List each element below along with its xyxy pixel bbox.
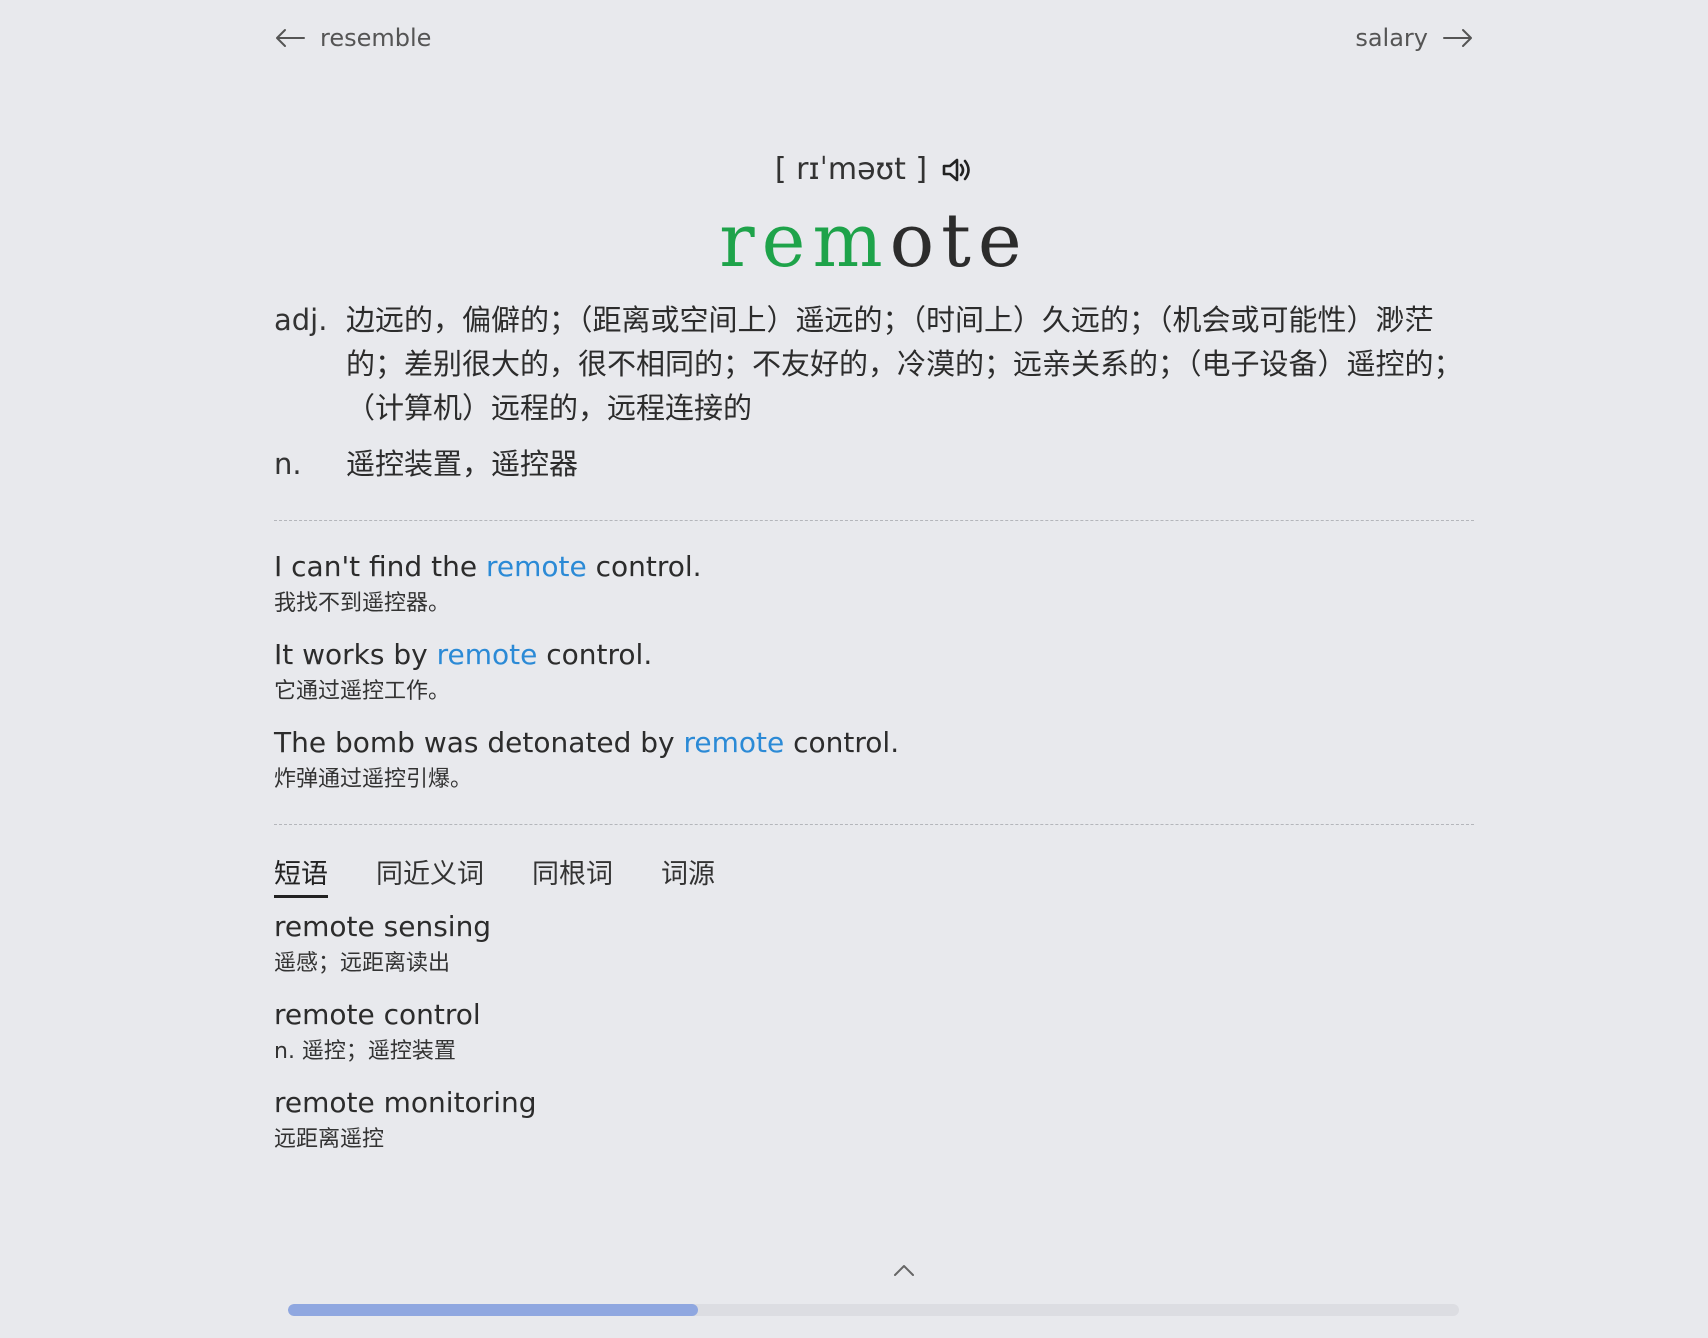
progress-bar: [288, 1304, 1459, 1316]
phrase-item: remote monitoring 远距离遥控: [274, 1084, 1474, 1158]
next-word-label: salary: [1355, 24, 1428, 52]
example-item: I can't find the remote control. 我找不到遥控器…: [274, 548, 1474, 622]
phrase-english[interactable]: remote control: [274, 996, 1474, 1034]
example-item: The bomb was detonated by remote control…: [274, 724, 1474, 798]
arrow-left-icon: [276, 29, 305, 47]
arrow-right-icon: [1443, 29, 1472, 47]
example-keyword-link[interactable]: remote: [486, 550, 587, 583]
example-text: control.: [537, 638, 653, 671]
definition-row: adj. 边远的，偏僻的；（距离或空间上）遥远的；（时间上）久远的；（机会或可能…: [274, 298, 1474, 430]
example-translation: 炸弹通过遥控引爆。: [274, 767, 473, 792]
tab-synonyms[interactable]: 同近义词: [376, 852, 484, 898]
part-of-speech: n.: [274, 447, 302, 481]
phrase-english[interactable]: remote monitoring: [274, 1084, 1474, 1122]
headword-rest: ote: [889, 198, 1029, 284]
next-word-link[interactable]: salary: [1355, 24, 1474, 52]
example-translation: 我找不到遥控器。: [274, 591, 451, 616]
phrase-list: remote sensing 遥感；远距离读出 remote control n…: [274, 908, 1474, 1172]
part-of-speech: adj.: [274, 303, 328, 337]
example-english: I can't find the remote control.: [274, 548, 1474, 586]
progress-fill: [288, 1304, 698, 1316]
headword-highlight: rem: [719, 198, 890, 284]
prev-word-link[interactable]: resemble: [274, 24, 431, 52]
example-text: It works by: [274, 638, 437, 671]
divider: [274, 824, 1474, 825]
tab-cognates[interactable]: 同根词: [532, 852, 613, 898]
definition-text: 边远的，偏僻的；（距离或空间上）遥远的；（时间上）久远的；（机会或可能性）渺茫的…: [346, 303, 1463, 425]
example-english: The bomb was detonated by remote control…: [274, 724, 1474, 762]
example-item: It works by remote control. 它通过遥控工作。: [274, 636, 1474, 710]
phrase-translation: n. 遥控；遥控装置: [274, 1039, 456, 1064]
phrase-english[interactable]: remote sensing: [274, 908, 1474, 946]
definition-text: 遥控装置，遥控器: [346, 447, 579, 481]
phonetic-text: [ rɪˈməʊt ]: [774, 152, 928, 187]
detail-tabs: 短语 同近义词 同根词 词源: [274, 852, 715, 898]
chevron-up-icon[interactable]: [892, 1262, 916, 1278]
example-keyword-link[interactable]: remote: [437, 638, 538, 671]
definition-row: n. 遥控装置，遥控器: [274, 442, 1474, 486]
example-text: I can't find the: [274, 550, 486, 583]
headword: remote: [274, 196, 1474, 286]
word-navigation: resemble salary: [274, 18, 1474, 58]
phrase-translation: 遥感；远距离读出: [274, 951, 451, 976]
example-english: It works by remote control.: [274, 636, 1474, 674]
phonetic-row: [ rɪˈməʊt ]: [274, 152, 1474, 187]
speaker-icon[interactable]: [941, 155, 973, 185]
example-translation: 它通过遥控工作。: [274, 679, 451, 704]
tab-phrases[interactable]: 短语: [274, 852, 328, 898]
phrase-translation: 远距离遥控: [274, 1127, 385, 1152]
example-text: The bomb was detonated by: [274, 726, 684, 759]
example-text: control.: [586, 550, 702, 583]
phrase-item: remote control n. 遥控；遥控装置: [274, 996, 1474, 1070]
example-sentences: I can't find the remote control. 我找不到遥控器…: [274, 548, 1474, 812]
example-text: control.: [784, 726, 900, 759]
definitions: adj. 边远的，偏僻的；（距离或空间上）遥远的；（时间上）久远的；（机会或可能…: [274, 298, 1474, 498]
example-keyword-link[interactable]: remote: [684, 726, 785, 759]
prev-word-label: resemble: [320, 24, 432, 52]
tab-etymology[interactable]: 词源: [661, 852, 715, 898]
word-card-page: resemble salary [ rɪˈməʊt ] remote adj. …: [0, 0, 1708, 1338]
phrase-item: remote sensing 遥感；远距离读出: [274, 908, 1474, 982]
divider: [274, 520, 1474, 521]
